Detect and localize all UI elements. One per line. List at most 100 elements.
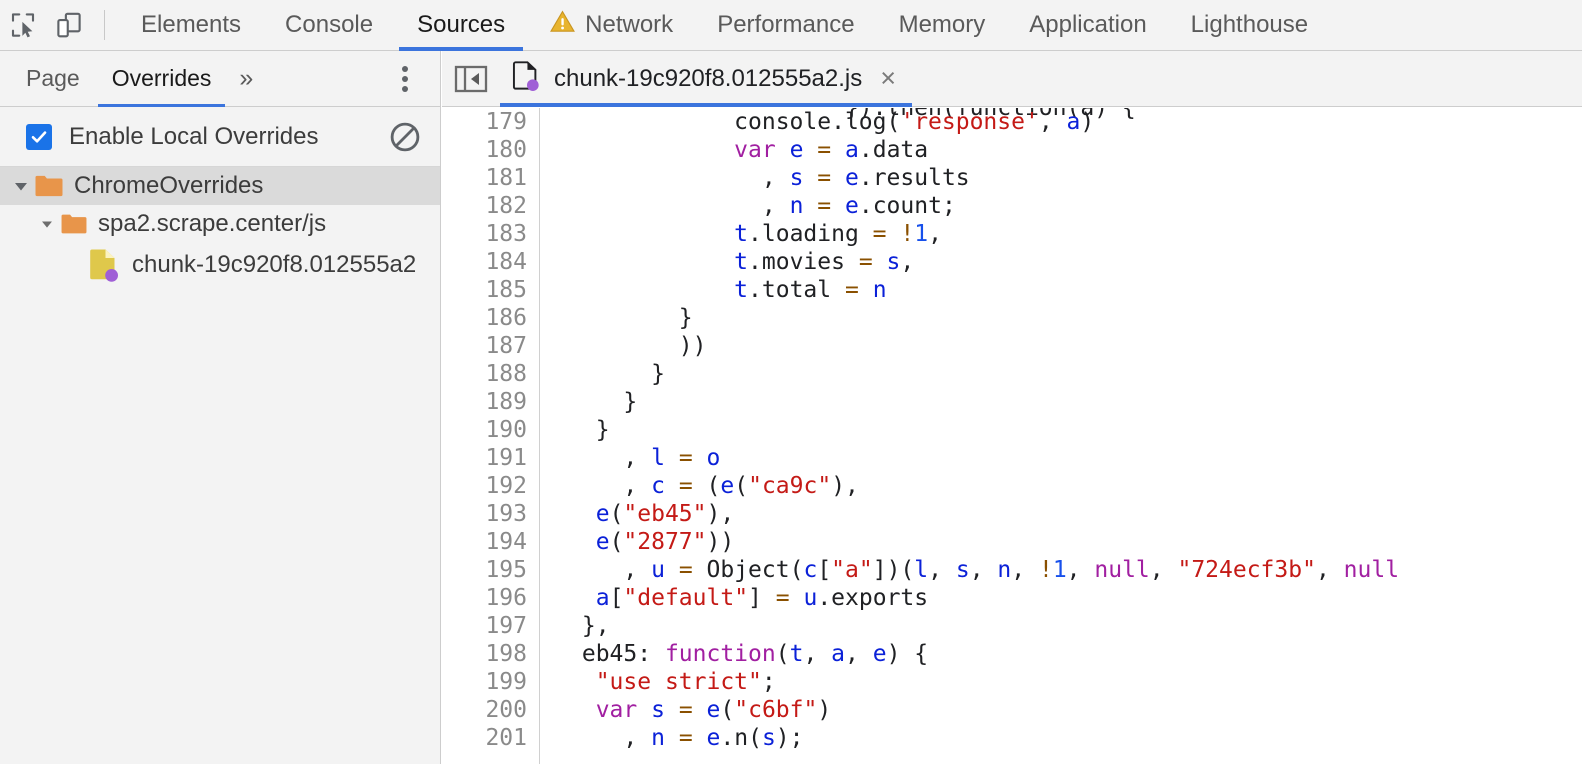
code-token: [ (609, 585, 624, 611)
line-number: 183 (485, 221, 527, 247)
code-line[interactable]: var e = a.data (568, 136, 1582, 164)
code-token: "a" (831, 557, 873, 583)
code-token: , (928, 557, 956, 583)
code-line[interactable]: } (568, 388, 1582, 416)
code-token: "724ecf3b" (1177, 557, 1316, 583)
code-line[interactable]: var s = e("c6bf") (568, 696, 1582, 724)
navigator-more-options-button[interactable] (388, 51, 422, 107)
editor-tab-active[interactable]: chunk-19c920f8.012555a2.js × (500, 51, 913, 107)
code-token: = (678, 445, 693, 471)
code-token: , (928, 221, 942, 247)
tree-row[interactable]: spa2.scrape.center/js (0, 205, 440, 243)
close-icon[interactable]: × (880, 65, 896, 92)
code-token: var (734, 137, 776, 163)
code-token: .total (748, 277, 845, 303)
chevron-down-icon[interactable] (34, 215, 60, 233)
code-line[interactable]: } (568, 416, 1582, 444)
code-token: ) (817, 697, 832, 723)
tab-console[interactable]: Console (263, 0, 395, 51)
navigator-tab-page[interactable]: Page (10, 51, 96, 107)
folder-icon (34, 173, 64, 199)
tree-row[interactable]: chunk-19c920f8.012555a2 (0, 243, 440, 287)
code-token: ])( (872, 557, 915, 583)
tab-memory[interactable]: Memory (877, 0, 1008, 51)
code-token: } (568, 417, 610, 443)
code-line[interactable]: , s = e.results (568, 164, 1582, 192)
tab-memory-label: Memory (898, 11, 986, 38)
code-token: n (789, 193, 804, 219)
code-token: ); (775, 725, 804, 751)
enable-local-overrides-checkbox[interactable] (26, 123, 52, 150)
overrides-file-tree: ChromeOverrides spa2.scrape.center/js ch… (0, 167, 440, 287)
code-content[interactable]: console.log('response', a) var e = a.dat… (540, 108, 1582, 764)
code-editor[interactable]: 179 180 181 182 183 184 185 186 187 188 189 190 191 1… (442, 108, 1582, 764)
tab-elements[interactable]: Elements (119, 0, 263, 51)
collapse-navigator-icon[interactable] (442, 51, 500, 107)
code-line[interactable]: } (568, 304, 1582, 332)
code-line[interactable]: , c = (e("ca9c"), (568, 472, 1582, 500)
tab-network[interactable]: Network (527, 0, 695, 51)
code-line[interactable]: , u = Object(c["a"])(l, s, n, !1, null, … (568, 556, 1582, 584)
code-token: t (734, 249, 749, 275)
line-number: 182 (485, 193, 527, 219)
code-token: "eb45" (623, 501, 707, 527)
tab-application[interactable]: Application (1007, 0, 1168, 51)
tab-performance[interactable]: Performance (695, 0, 876, 51)
code-token: = (817, 193, 832, 219)
code-line[interactable]: console.log('response', a) (568, 108, 1582, 136)
more-tabs-chevron-icon[interactable]: » (227, 51, 265, 107)
code-line[interactable]: e("2877")) (568, 528, 1582, 556)
code-token: , (803, 641, 832, 667)
code-line[interactable]: , n = e.count; (568, 192, 1582, 220)
code-token: , (969, 557, 998, 583)
code-line[interactable]: "use strict"; (568, 668, 1582, 696)
code-token: = (844, 277, 859, 303)
code-line[interactable]: eb45: function(t, a, e) { (568, 640, 1582, 668)
clear-configuration-icon[interactable] (388, 120, 422, 154)
tree-row[interactable]: ChromeOverrides (0, 167, 440, 205)
code-token: )) (568, 333, 707, 359)
line-number-gutter: 179 180 181 182 183 184 185 186 187 188 189 190 191 1… (442, 108, 540, 764)
line-number: 188 (485, 361, 527, 387)
navigator-tab-overrides[interactable]: Overrides (96, 51, 228, 107)
code-token: = (872, 221, 887, 247)
code-token: ), (831, 473, 859, 499)
code-token: "default" (623, 585, 749, 611)
code-line[interactable]: t.total = n (568, 276, 1582, 304)
tab-sources[interactable]: Sources (395, 0, 527, 51)
devtools-main-toolbar: Elements Console Sources Network Perform… (0, 0, 1582, 51)
code-line[interactable]: , n = e.n(s); (568, 724, 1582, 752)
code-line[interactable]: , l = o (568, 444, 1582, 472)
line-number: 186 (485, 305, 527, 331)
code-token: .n( (720, 725, 762, 751)
code-line[interactable]: } (568, 360, 1582, 388)
tab-lighthouse[interactable]: Lighthouse (1169, 0, 1330, 51)
code-token: function (664, 641, 776, 667)
code-token: 1 (1052, 557, 1067, 583)
code-line[interactable]: )) (568, 332, 1582, 360)
code-token: e (872, 641, 887, 667)
inspect-element-button[interactable] (0, 0, 46, 51)
code-token: e (595, 529, 610, 555)
chevron-down-icon[interactable] (8, 176, 34, 196)
code-token: l (914, 557, 929, 583)
code-line[interactable]: e("eb45"), (568, 500, 1582, 528)
device-toolbar-icon (54, 10, 84, 40)
code-line[interactable]: a["default"] = u.exports (568, 584, 1582, 612)
device-toolbar-button[interactable] (46, 0, 92, 51)
enable-local-overrides-label[interactable]: Enable Local Overrides (69, 123, 318, 151)
code-line[interactable]: t.loading = !1, (568, 220, 1582, 248)
code-token: } (568, 361, 665, 387)
code-line[interactable]: t.movies = s, (568, 248, 1582, 276)
code-token: console.log( (568, 109, 901, 135)
code-token: l (651, 445, 665, 471)
code-line[interactable]: }, (568, 612, 1582, 640)
